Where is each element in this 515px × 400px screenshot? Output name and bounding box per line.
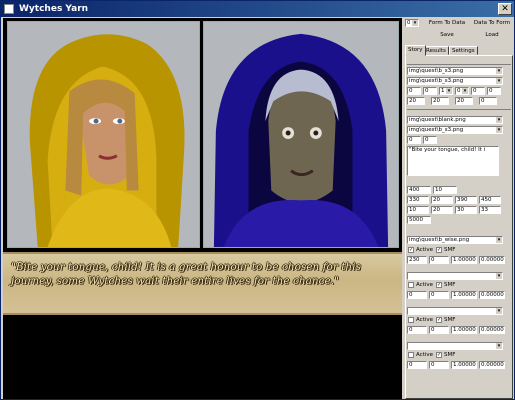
smf-label: SMF [444,317,456,323]
row-e-field-2[interactable]: 20 [431,196,453,204]
row-a-field-1[interactable]: 0 [407,87,421,95]
sound-1-field-4[interactable]: 0.00000 [479,256,505,264]
row-e-field-1[interactable]: 330 [407,196,429,204]
smf-checkbox-3[interactable]: ✓ [436,317,442,323]
row-f-field-4[interactable]: 33 [479,206,501,214]
row-d-field-1[interactable]: 400 [407,186,431,194]
sound-4-field-1[interactable]: 0 [407,361,427,369]
row-a-field-6[interactable]: 0 [487,87,501,95]
sound-2-field-3[interactable]: 1.00000 [451,291,477,299]
active-label: Active [416,282,434,288]
data-to-form-button[interactable]: Data To Form [471,18,513,28]
row-a-field-5[interactable]: 0 [471,87,485,95]
row-e-field-3[interactable]: 390 [455,196,477,204]
sound-3-field-2[interactable]: 0 [429,326,449,334]
sound-4-field-2[interactable]: 0 [429,361,449,369]
row-b-field-2[interactable]: 20 [431,97,449,105]
load-button[interactable]: Load [471,30,513,40]
row-c-field-2[interactable]: 0 [423,136,437,144]
tab-story[interactable]: Story [405,45,426,56]
title-bar[interactable]: Wytches Yarn ✕ [1,1,514,17]
tab-settings[interactable]: Settings [449,46,478,55]
dialogue-text: "Bite your tongue, child! It is a great … [11,261,361,287]
active-label: Active [416,317,434,323]
divider [407,109,511,110]
active-checkbox-1[interactable]: ✓ [408,247,414,253]
image-left-select[interactable]: img\quest\b_s3.png [407,67,503,75]
smf-label: SMF [444,282,456,288]
row-d-field-2[interactable]: 10 [433,186,457,194]
sound-2-field-1[interactable]: 0 [407,291,427,299]
image-right-select[interactable]: img\quest\b_s3.png [407,77,503,85]
smf-checkbox-1[interactable]: ✓ [436,247,442,253]
divider [407,64,511,65]
row-f-field-2[interactable]: 20 [431,206,453,214]
sound-2-select[interactable] [407,272,503,280]
editor-panel: 0 Form To Data Data To Form Save Load St… [403,18,514,399]
sound-4-field-4[interactable]: 0.00000 [479,361,505,369]
row-b-field-4[interactable]: 0 [479,97,497,105]
sound-2-field-2[interactable]: 0 [429,291,449,299]
active-checkbox-2[interactable] [408,282,414,288]
smf-checkbox-2[interactable]: ✓ [436,282,442,288]
sound-3-field-3[interactable]: 1.00000 [451,326,477,334]
row-g-field[interactable]: 5000 [407,216,431,224]
sound-3-field-4[interactable]: 0.00000 [479,326,505,334]
smf-label: SMF [444,247,456,253]
sound-3-select[interactable] [407,307,503,315]
smf-checkbox-4[interactable]: ✓ [436,352,442,358]
character-portrait-yellow-hood [8,22,199,247]
tab-results[interactable]: Results [423,46,449,55]
active-label: Active [416,352,434,358]
app-window: Wytches Yarn ✕ "Bite your tongue, child!… [0,0,515,400]
portrait-right [203,21,399,248]
sound-1-field-2[interactable]: 0 [429,256,449,264]
active-label: Active [416,247,434,253]
close-button[interactable]: ✕ [498,3,512,15]
portrait-left [7,21,200,248]
row-a-select-3[interactable]: 1 [439,87,453,95]
form-to-data-button[interactable]: Form To Data [427,18,467,28]
row-e-field-4[interactable]: 450 [479,196,501,204]
row-f-field-3[interactable]: 30 [455,206,477,214]
row-b-field-3[interactable]: 20 [455,97,473,105]
frame-select[interactable]: 0 [405,19,419,27]
active-checkbox-3[interactable] [408,317,414,323]
smf-label: SMF [444,352,456,358]
sound-3-field-1[interactable]: 0 [407,326,427,334]
row-f-field-1[interactable]: 10 [407,206,429,214]
row-b-field-1[interactable]: 20 [407,97,425,105]
row-c-field-1[interactable]: 0 [407,136,421,144]
app-icon [4,4,14,14]
overlay-image-select[interactable]: img\quest\b_s3.png [407,126,503,134]
character-portrait-blue-hood [204,22,398,247]
window-title: Wytches Yarn [19,4,89,14]
row-a-select-4[interactable]: 0 [455,87,469,95]
sound-1-field-1[interactable]: 230 [407,256,427,264]
sound-file-select[interactable]: img\quest\b_wise.png [407,236,503,244]
sound-2-field-4[interactable]: 0.00000 [479,291,505,299]
sound-1-field-3[interactable]: 1.00000 [451,256,477,264]
row-a-field-2[interactable]: 0 [423,87,437,95]
dialogue-scroll: "Bite your tongue, child! It is a great … [3,252,402,315]
save-button[interactable]: Save [427,30,467,40]
game-stage: "Bite your tongue, child! It is a great … [3,18,402,399]
background-image-select[interactable]: img\quest\blank.png [407,116,503,124]
sound-4-field-3[interactable]: 1.00000 [451,361,477,369]
active-checkbox-4[interactable] [408,352,414,358]
story-text-area[interactable]: "Bite your tongue, child! It i [407,146,499,176]
sound-4-select[interactable] [407,342,503,350]
